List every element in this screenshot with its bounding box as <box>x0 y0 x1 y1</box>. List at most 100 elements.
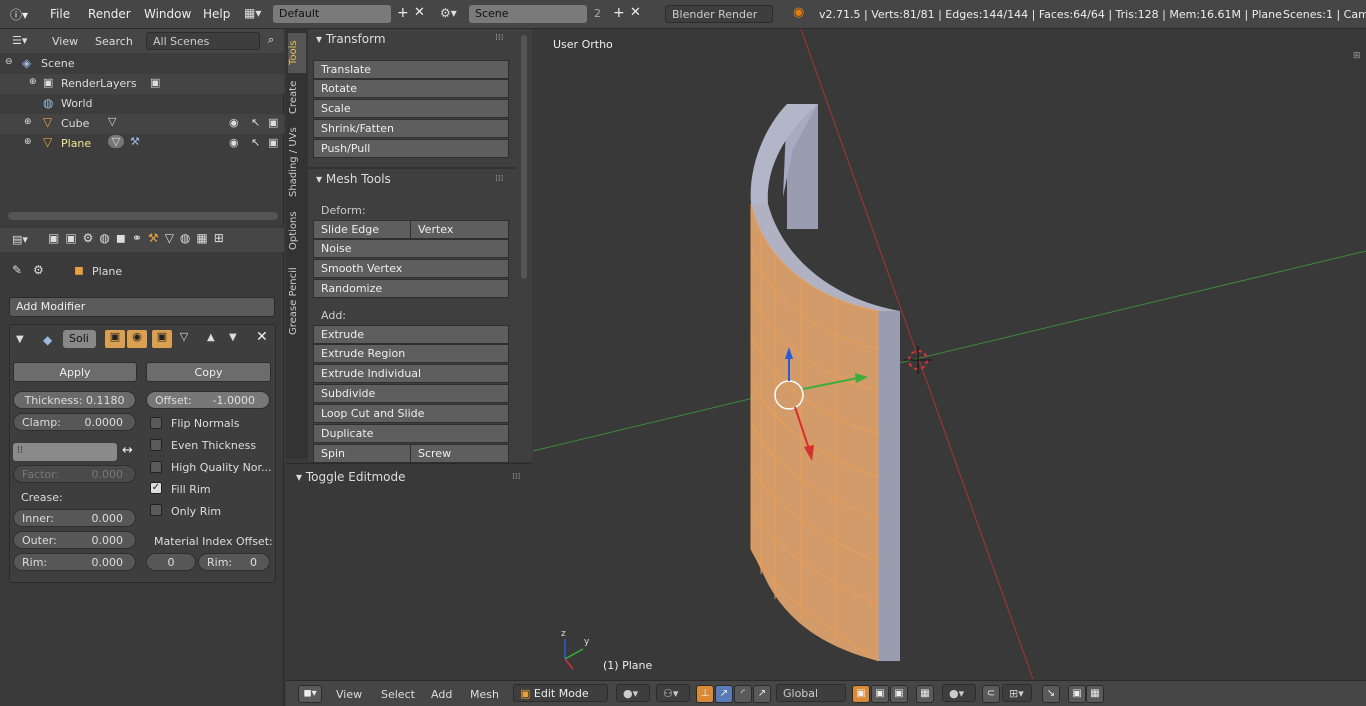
engine-dropdown[interactable]: Blender Render <box>665 5 773 23</box>
render-opengl-icon[interactable]: ▣ <box>1068 685 1086 703</box>
outer-crease-field[interactable]: Outer: 0.000 <box>13 531 136 549</box>
outliner-row[interactable]: ◍ World <box>0 94 284 114</box>
extrude-region-button[interactable]: Extrude Region <box>313 344 509 363</box>
collapse-icon[interactable]: ⊖ <box>5 57 13 67</box>
cage-toggle-icon[interactable]: ▽ <box>175 330 193 348</box>
pivot-dropdown[interactable]: ⚇▾ <box>656 684 690 702</box>
tab-tools[interactable]: Tools <box>288 33 306 73</box>
screw-button[interactable]: Screw <box>410 444 509 463</box>
outliner-view-menu[interactable]: View <box>52 35 78 48</box>
add-menu[interactable]: Add <box>431 688 452 701</box>
visibility-eye-icon[interactable]: ◉ <box>229 136 239 149</box>
shrink-fatten-button[interactable]: Shrink/Fatten <box>313 119 509 138</box>
limit-selection-icon[interactable]: ▦ <box>916 685 934 703</box>
menu-help[interactable]: Help <box>203 7 230 21</box>
menu-file[interactable]: File <box>50 7 70 21</box>
fill-rim-checkbox[interactable]: ✓ <box>150 482 162 494</box>
rotate-manipulator-icon[interactable]: ◜ <box>734 685 752 703</box>
translate-manipulator-icon[interactable]: ↗ <box>715 685 733 703</box>
layout-field[interactable]: Default <box>273 5 391 23</box>
tool-shelf-scrollbar[interactable] <box>521 35 527 279</box>
outliner-row[interactable]: ⊕ ▽ Cube ▽ ◉ ↖ ▣ <box>0 114 284 134</box>
info-icon[interactable]: ⓘ▾ <box>10 6 30 22</box>
subdivide-button[interactable]: Subdivide <box>313 384 509 403</box>
scene-icon[interactable]: ⚙▾ <box>440 6 457 20</box>
viewport-toggle-icon[interactable]: ◉ <box>127 330 147 348</box>
snap-target-icon[interactable]: ↘ <box>1042 685 1060 703</box>
outliner-editor-icon[interactable]: ☰▾ <box>12 34 27 47</box>
expand-icon[interactable]: ⊕ <box>24 117 32 127</box>
orientation-dropdown[interactable]: Global <box>776 684 846 702</box>
material-rim-field[interactable]: Rim: 0 <box>198 553 270 571</box>
toggle-editmode-header[interactable]: ▾ Toggle Editmode <box>296 470 406 484</box>
tab-create[interactable]: Create <box>288 77 306 117</box>
translate-button[interactable]: Translate <box>313 60 509 79</box>
randomize-button[interactable]: Randomize <box>313 279 509 298</box>
shading-dropdown[interactable]: ●▾ <box>616 684 650 702</box>
mesh-tools-header[interactable]: ▾ Mesh Tools <box>316 172 391 186</box>
proportional-edit-dropdown[interactable]: ●▾ <box>942 684 976 702</box>
tab-shading-uvs[interactable]: Shading / UVs <box>288 124 306 200</box>
editor-type-icon[interactable]: ◼▾ <box>298 685 322 703</box>
clamp-field[interactable]: Clamp: 0.0000 <box>13 413 136 431</box>
snap-element-dropdown[interactable]: ⊞▾ <box>1002 684 1032 702</box>
drag-handle-icon[interactable]: ⁞⁞⁞ <box>495 33 504 43</box>
rotate-button[interactable]: Rotate <box>313 79 509 98</box>
mesh-menu[interactable]: Mesh <box>470 688 499 701</box>
edge-select-icon[interactable]: ▣ <box>871 685 889 703</box>
smooth-vertex-button[interactable]: Smooth Vertex <box>313 259 509 278</box>
close-scene-icon[interactable]: ✕ <box>630 5 641 20</box>
inner-crease-field[interactable]: Inner: 0.000 <box>13 509 136 527</box>
add-modifier-dropdown[interactable]: Add Modifier <box>9 297 275 317</box>
offset-field[interactable]: Offset: -1.0000 <box>146 391 270 409</box>
outliner-filter-dropdown[interactable]: All Scenes <box>146 32 260 50</box>
drag-handle-icon[interactable]: ⁞⁞⁞ <box>495 174 504 184</box>
tab-grease-pencil[interactable]: Grease Pencil <box>288 263 306 339</box>
vertex-slide-button[interactable]: Vertex <box>410 220 509 239</box>
extrude-dropdown[interactable]: Extrude <box>313 325 509 344</box>
noise-button[interactable]: Noise <box>313 239 509 258</box>
add-layout-icon[interactable]: + <box>397 5 409 21</box>
invert-arrows-icon[interactable]: ↔ <box>118 443 137 461</box>
face-select-icon[interactable]: ▣ <box>890 685 908 703</box>
menu-render[interactable]: Render <box>88 7 131 21</box>
rim-crease-field[interactable]: Rim: 0.000 <box>13 553 136 571</box>
select-cursor-icon[interactable]: ↖ <box>251 116 260 129</box>
outliner-item-renderlayers[interactable]: RenderLayers <box>61 77 137 90</box>
extrude-individual-button[interactable]: Extrude Individual <box>313 364 509 383</box>
scene-field[interactable]: Scene <box>469 5 587 23</box>
context-tabs-icons[interactable]: ▣▣⚙◍◼⚭⚒▽◍▦⊞ <box>48 231 282 245</box>
layout-icon[interactable]: ▦▾ <box>244 6 261 20</box>
outliner-scrollbar[interactable] <box>8 212 278 220</box>
outliner-row[interactable]: ⊕ ▽ Plane ▽ ⚒ ◉ ↖ ▣ <box>0 134 284 154</box>
editmode-toggle-icon[interactable]: ▣ <box>152 330 172 348</box>
menu-window[interactable]: Window <box>144 7 191 21</box>
thickness-field[interactable]: Thickness: 0.1180 <box>13 391 136 409</box>
manipulator-toggle-icon[interactable]: ⊥ <box>696 685 714 703</box>
loop-cut-button[interactable]: Loop Cut and Slide <box>313 404 509 423</box>
outliner-search-menu[interactable]: Search <box>95 35 133 48</box>
vertex-select-icon[interactable]: ▣ <box>852 685 870 703</box>
scale-manipulator-icon[interactable]: ↗ <box>753 685 771 703</box>
modifier-name-field[interactable]: Soli <box>63 330 96 348</box>
material-offset-field[interactable]: 0 <box>146 553 196 571</box>
spin-button[interactable]: Spin <box>313 444 411 463</box>
render-camera-icon[interactable]: ▣ <box>268 136 278 149</box>
only-rim-checkbox[interactable] <box>150 504 162 516</box>
apply-button[interactable]: Apply <box>13 362 137 382</box>
select-cursor-icon[interactable]: ↖ <box>251 136 260 149</box>
even-thickness-checkbox[interactable] <box>150 439 162 451</box>
drag-handle-icon[interactable]: ⁞⁞⁞ <box>512 472 521 482</box>
vertex-group-field[interactable]: ⁝⁝ <box>13 443 117 461</box>
high-quality-normals-checkbox[interactable] <box>150 461 162 473</box>
outliner-item-world[interactable]: World <box>61 97 93 110</box>
render-toggle-icon[interactable]: ▣ <box>105 330 125 348</box>
outliner-item-cube[interactable]: Cube <box>61 117 89 130</box>
expand-icon[interactable]: ⊕ <box>24 137 32 147</box>
outliner-search-icon[interactable]: ⌕ <box>268 33 274 47</box>
push-pull-button[interactable]: Push/Pull <box>313 139 509 158</box>
scale-button[interactable]: Scale <box>313 99 509 118</box>
outliner-row[interactable]: ⊕ ▣ RenderLayers ▣ <box>0 74 284 94</box>
move-down-icon[interactable]: ▼ <box>229 332 237 343</box>
pin-icon[interactable]: ✎ <box>12 263 22 277</box>
